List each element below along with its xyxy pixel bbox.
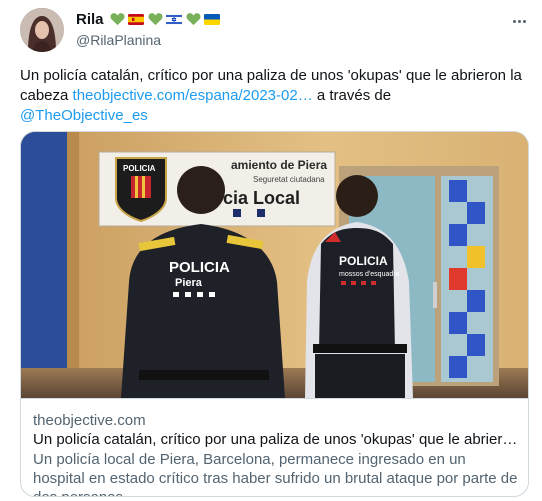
officer1-text1: POLICIA — [169, 259, 230, 276]
card-title[interactable]: Un policía catalán, crítico por una pali… — [33, 430, 518, 449]
mention-link[interactable]: @TheObjective_es — [20, 107, 148, 124]
israel-flag-icon — [166, 12, 183, 27]
dot-icon — [522, 19, 526, 23]
officer2-text2: mossos d'esquadra — [339, 271, 400, 278]
card-description: Un policía local de Piera, Barcelona, pe… — [33, 451, 518, 496]
name-row: Rila — [76, 10, 221, 28]
officer2-text1: POLICIA — [339, 254, 388, 268]
green-heart-icon — [147, 12, 164, 27]
tweet-link[interactable]: theobjective.com/espana/2023-02… — [73, 87, 313, 104]
badge-text: POLICIA — [123, 164, 156, 173]
dot-icon — [517, 19, 521, 23]
card-domain: theobjective.com — [33, 412, 146, 429]
spain-flag-icon — [128, 12, 145, 27]
card-image[interactable]: amiento de Piera Seguretat ciutadana cia… — [21, 132, 528, 398]
sign-line-3: cia Local — [223, 188, 300, 208]
card-body[interactable]: theobjective.com Un policía catalán, crí… — [21, 398, 528, 496]
tweet-text-part2: a través de — [312, 87, 392, 104]
tweet[interactable]: Rila @RilaPlanina Un policía catalán, cr… — [0, 0, 542, 501]
green-heart-icon — [109, 12, 126, 27]
green-heart-icon — [185, 12, 202, 27]
dot-icon — [512, 19, 516, 23]
tweet-header: Rila @RilaPlanina — [76, 10, 221, 50]
ukraine-flag-icon — [204, 12, 221, 27]
avatar[interactable] — [20, 8, 64, 52]
sign-line-1: amiento de Piera — [231, 158, 327, 172]
display-name[interactable]: Rila — [76, 11, 104, 28]
link-card[interactable]: amiento de Piera Seguretat ciutadana cia… — [20, 131, 529, 497]
tweet-text: Un policía catalán, crítico por una pali… — [20, 66, 530, 126]
sign-line-2: Seguretat ciutadana — [253, 175, 325, 184]
more-options-button[interactable] — [508, 12, 530, 30]
handle[interactable]: @RilaPlanina — [76, 32, 221, 48]
officer1-text2: Piera — [175, 277, 203, 289]
